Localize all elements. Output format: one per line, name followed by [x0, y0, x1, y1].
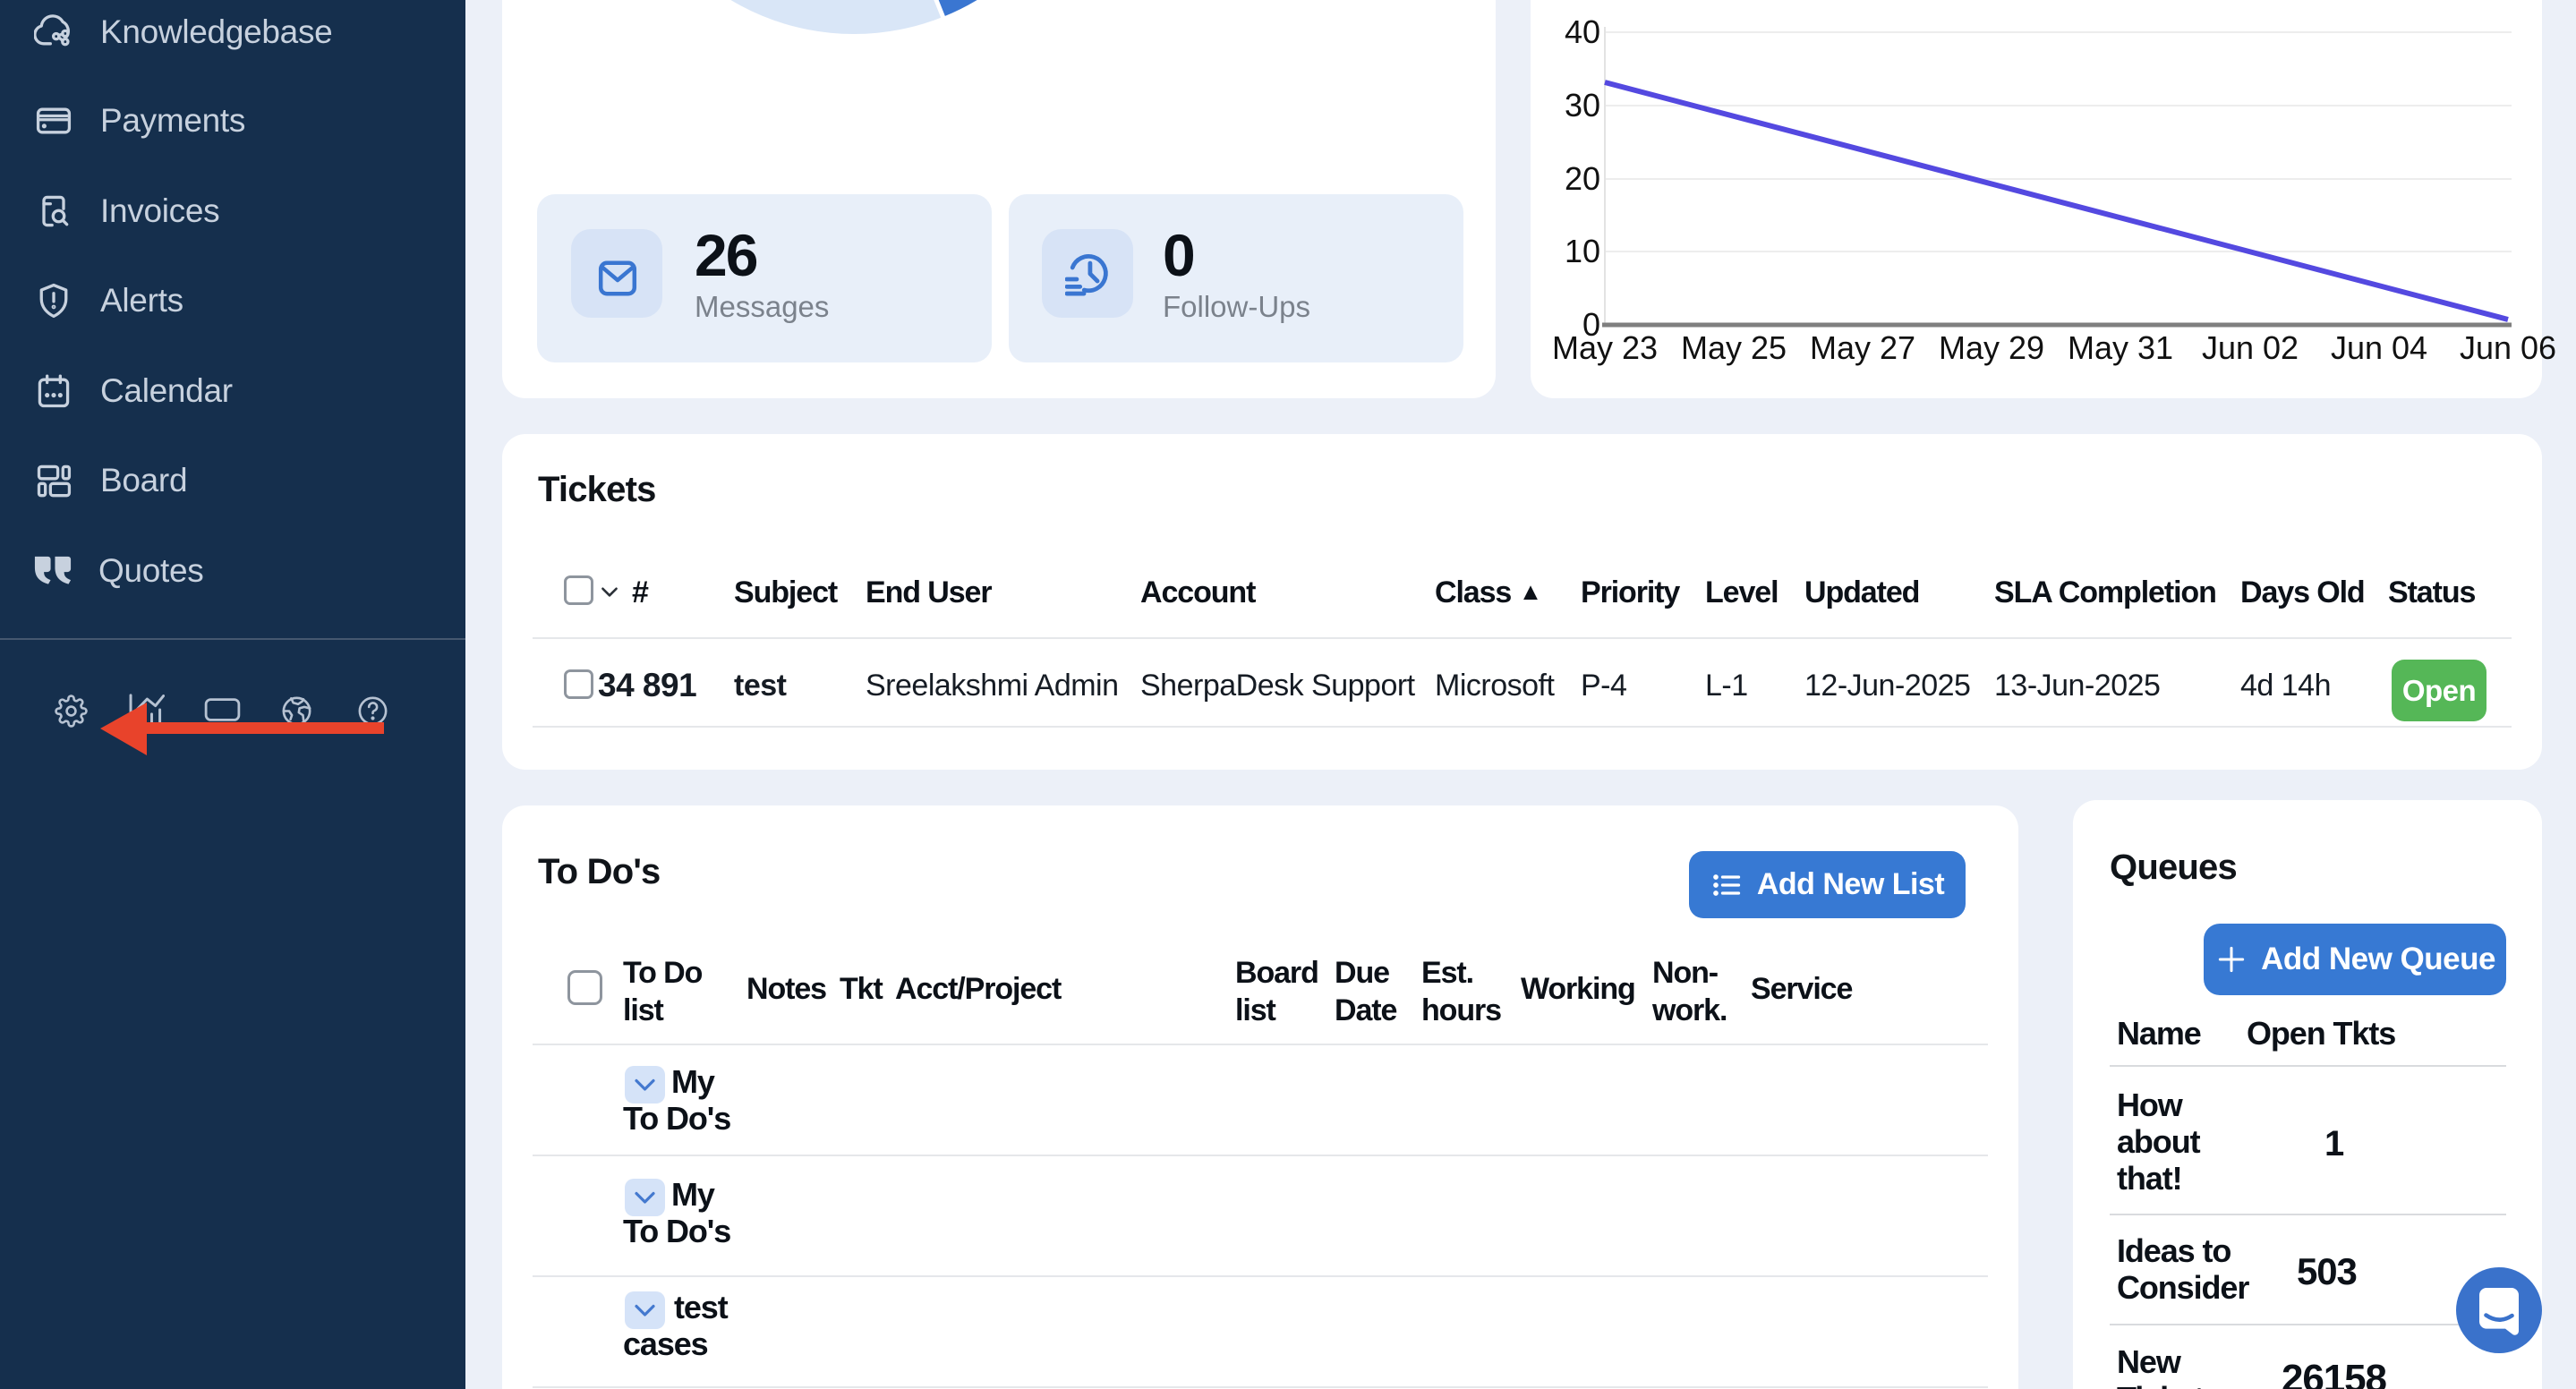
svg-text:10: 10: [1565, 233, 1600, 269]
svg-text:May 29: May 29: [1939, 329, 2044, 366]
svg-text:May 31: May 31: [2068, 329, 2173, 366]
svg-text:Jun 06: Jun 06: [2460, 329, 2556, 366]
svg-text:May 27: May 27: [1810, 329, 1915, 366]
svg-text:20: 20: [1565, 160, 1600, 197]
svg-text:30: 30: [1565, 87, 1600, 124]
svg-text:40: 40: [1565, 13, 1600, 50]
svg-text:Jun 04: Jun 04: [2331, 329, 2427, 366]
svg-text:May 25: May 25: [1681, 329, 1787, 366]
svg-text:May 23: May 23: [1552, 329, 1658, 366]
svg-text:Jun 02: Jun 02: [2202, 329, 2299, 366]
